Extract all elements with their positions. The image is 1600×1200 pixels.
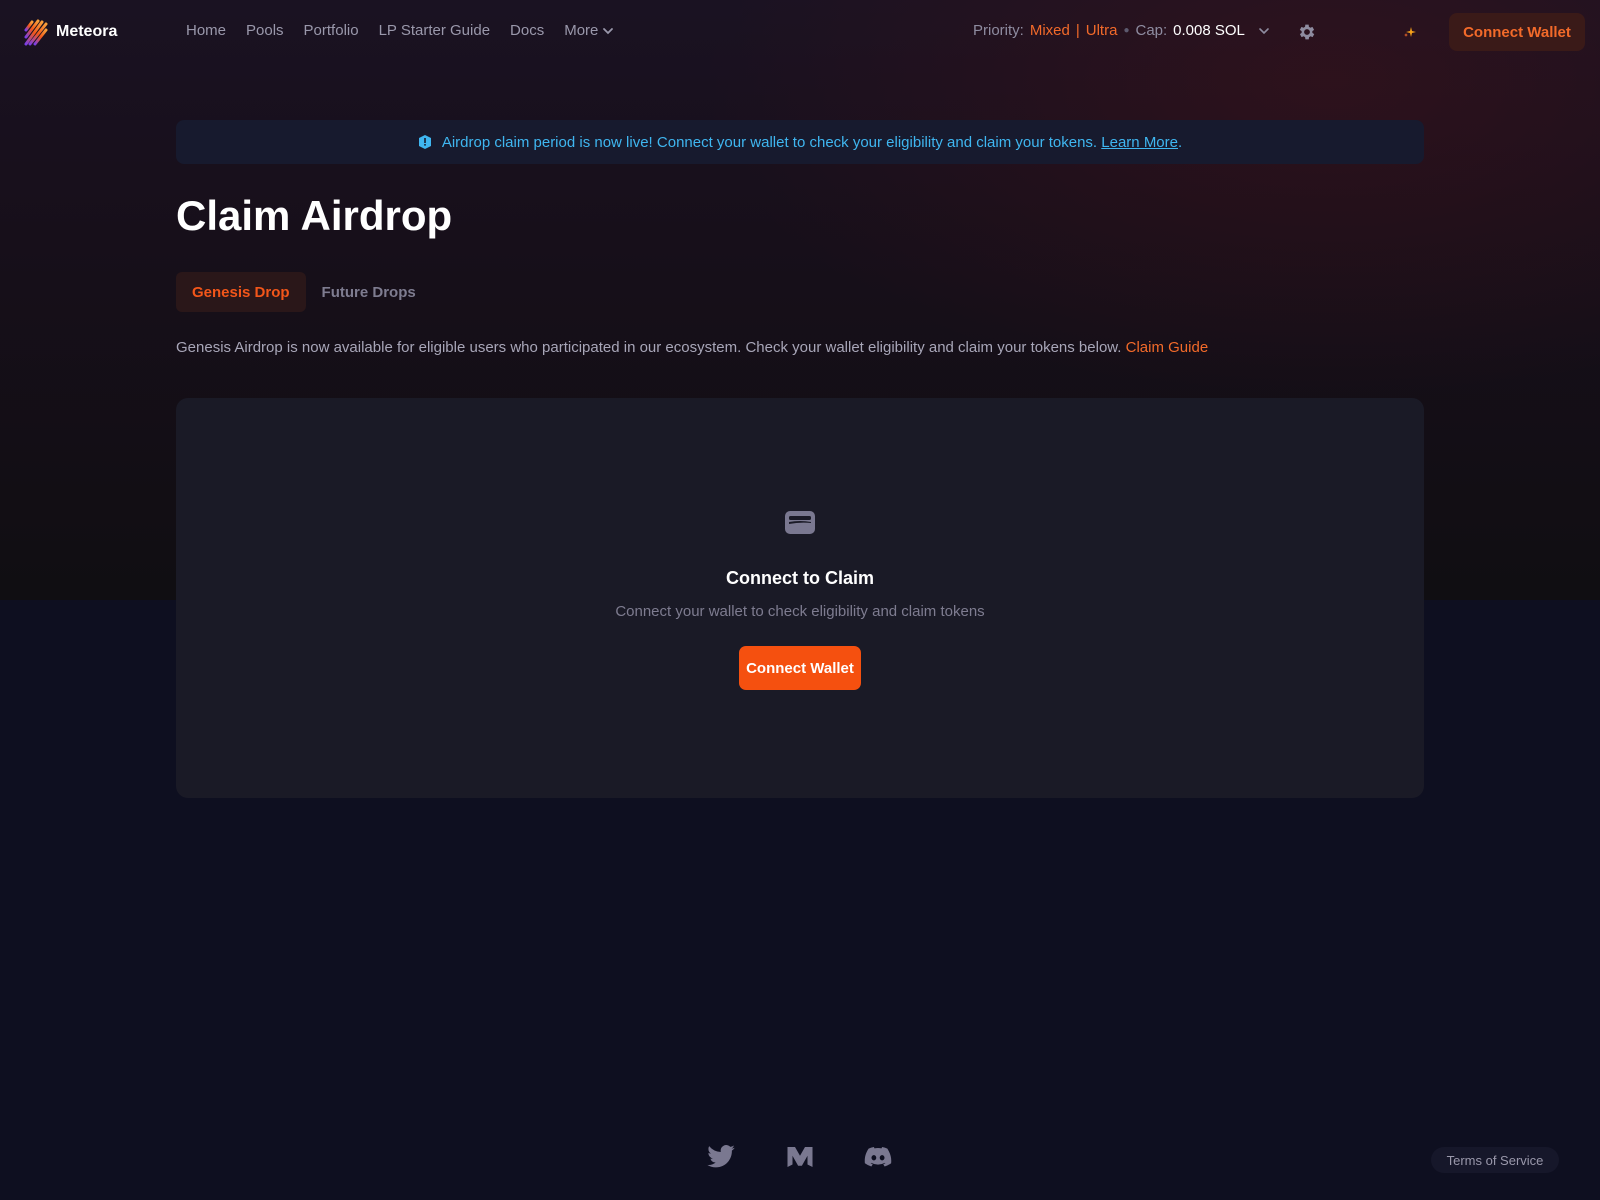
nav-pools[interactable]: Pools (246, 22, 284, 39)
tab-genesis-drop[interactable]: Genesis Drop (176, 272, 306, 312)
sparkle-icon[interactable] (1402, 24, 1418, 40)
priority-level: Ultra (1085, 22, 1118, 39)
twitter-icon[interactable] (706, 1142, 736, 1172)
gear-icon[interactable] (1297, 22, 1317, 42)
info-shield-icon (418, 135, 431, 149)
description-text: Genesis Airdrop is now available for eli… (176, 339, 1122, 356)
terms-of-service-link[interactable]: Terms of Service (1431, 1147, 1559, 1173)
nav-docs[interactable]: Docs (510, 22, 544, 39)
priority-label: Priority: (973, 22, 1024, 39)
connect-to-claim-card: Connect to Claim Connect your wallet to … (176, 398, 1424, 798)
airdrop-announcement-banner: Airdrop claim period is now live! Connec… (176, 120, 1424, 164)
logo-link[interactable]: Meteora (24, 18, 117, 46)
chevron-down-icon (603, 27, 614, 34)
banner-text: Airdrop claim period is now live! Connec… (441, 133, 1098, 151)
connect-wallet-button[interactable]: Connect Wallet (739, 646, 861, 690)
airdrop-description: Genesis Airdrop is now available for eli… (176, 339, 1208, 356)
chevron-down-icon (1259, 27, 1269, 34)
wallet-icon (785, 511, 815, 534)
meteora-logo-icon (24, 19, 48, 46)
discord-icon[interactable] (863, 1142, 893, 1172)
header-connect-wallet-button[interactable]: Connect Wallet (1449, 13, 1585, 51)
cap-value: 0.008 SOL (1173, 22, 1245, 39)
main-nav: Home Pools Portfolio LP Starter Guide Do… (186, 22, 614, 39)
medium-icon[interactable] (785, 1142, 815, 1172)
top-nav-bar: Meteora Home Pools Portfolio LP Starter … (0, 0, 1600, 64)
card-subtitle: Connect your wallet to check eligibility… (615, 603, 985, 620)
claim-guide-link[interactable]: Claim Guide (1126, 339, 1209, 356)
cap-label: Cap: (1135, 22, 1168, 39)
page-title: Claim Airdrop (176, 192, 453, 239)
nav-lp-starter-guide[interactable]: LP Starter Guide (379, 22, 490, 39)
priority-separator: | (1075, 22, 1080, 39)
priority-mode: Mixed (1029, 22, 1070, 39)
card-title: Connect to Claim (725, 568, 874, 588)
separator-dot: ● (1123, 25, 1130, 36)
tab-future-drops[interactable]: Future Drops (306, 272, 432, 312)
learn-more-link[interactable]: Learn More (1101, 134, 1178, 151)
nav-home[interactable]: Home (186, 22, 226, 39)
nav-more-dropdown[interactable]: More (564, 22, 614, 39)
logo-text: Meteora (56, 23, 118, 40)
airdrop-tabs: Genesis Drop Future Drops (176, 272, 432, 312)
priority-fee-selector[interactable]: Priority: Mixed | Ultra ● Cap: 0.008 SOL (973, 22, 1271, 39)
banner-suffix: . (1178, 133, 1183, 151)
nav-more-label: More (564, 22, 599, 39)
nav-portfolio[interactable]: Portfolio (304, 22, 359, 39)
